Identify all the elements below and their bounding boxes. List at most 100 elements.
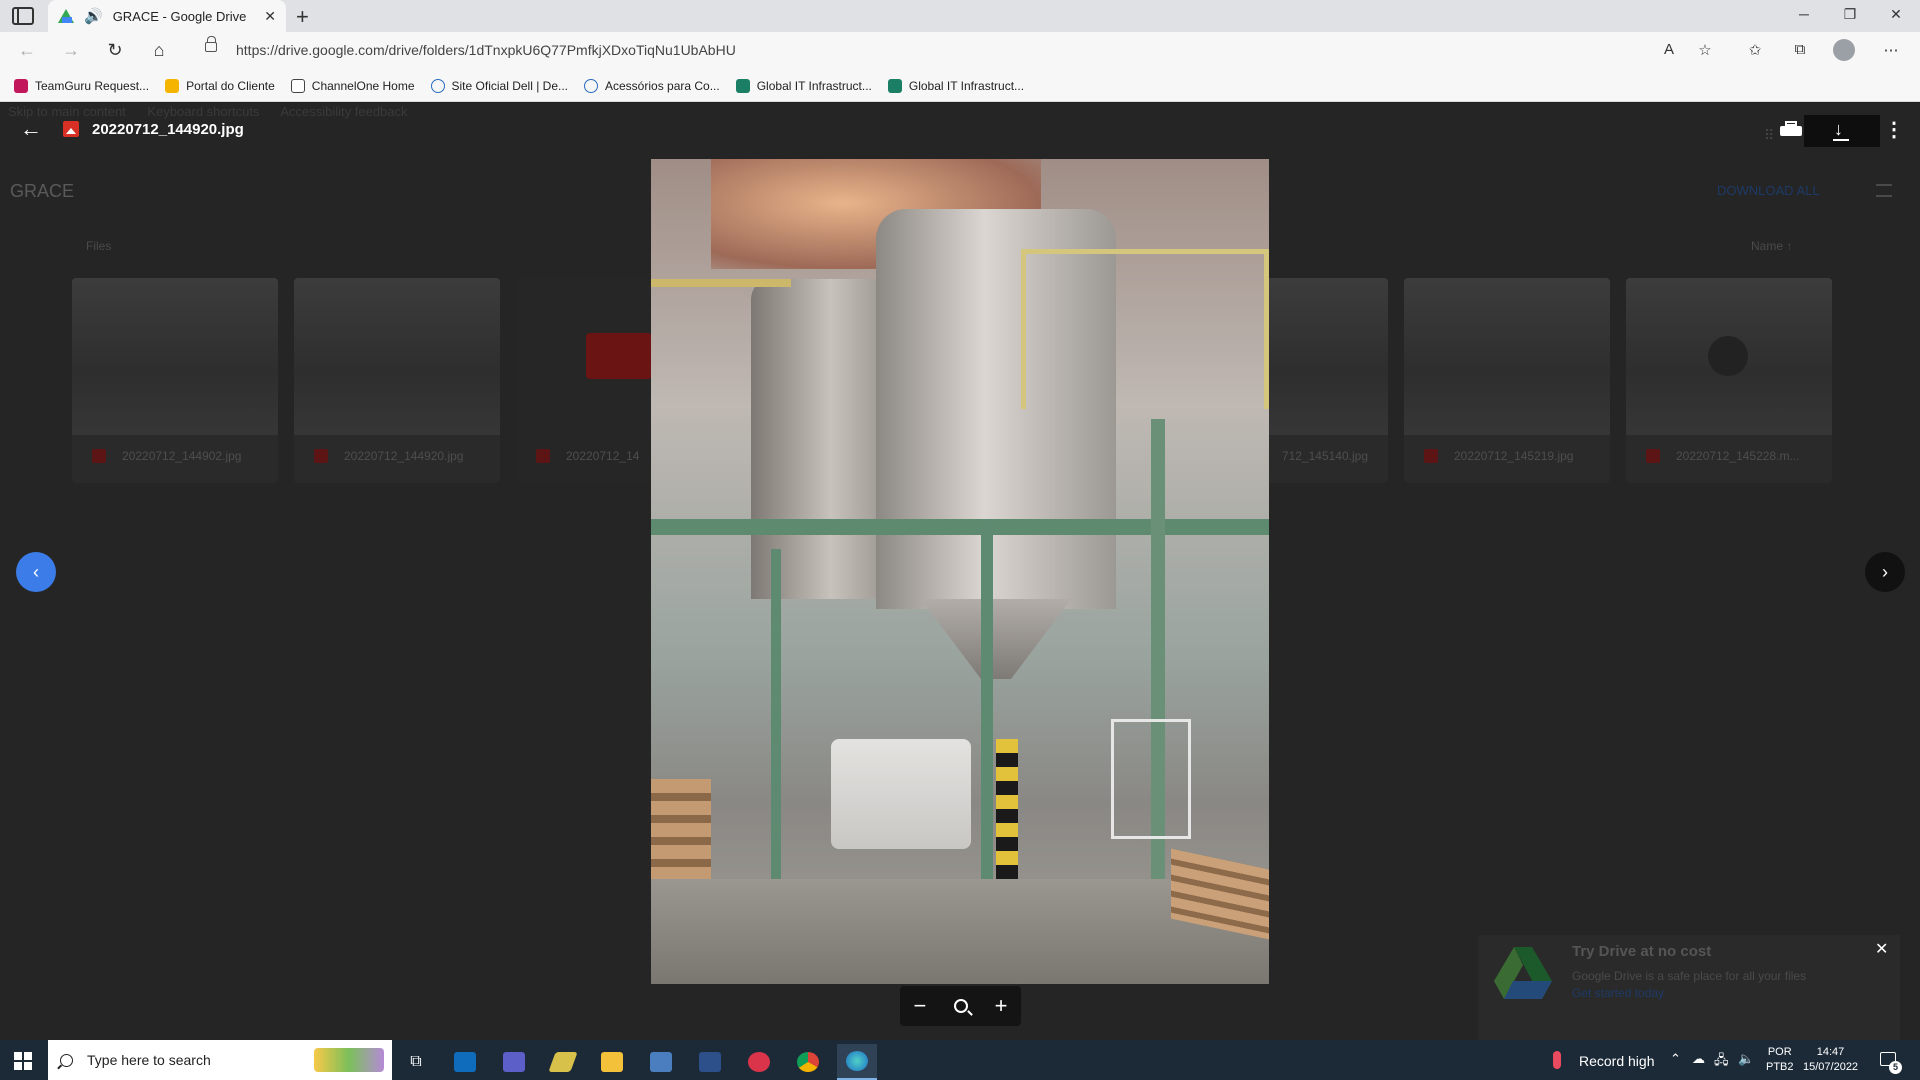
photo-preview: [651, 159, 1269, 984]
more-menu-icon[interactable]: ⋯: [1880, 41, 1902, 59]
system-clock[interactable]: 14:47 15/07/2022: [1803, 1045, 1858, 1075]
edge-icon[interactable]: [837, 1044, 877, 1080]
page-icon: [290, 78, 305, 93]
browser-tab-active[interactable]: 🔊 GRACE - Google Drive ✕: [48, 0, 286, 32]
video-file-icon: [536, 449, 550, 463]
taskbar-search-box[interactable]: Type here to search: [48, 1040, 392, 1080]
search-placeholder: Type here to search: [87, 1052, 211, 1068]
try-drive-promo: Try Drive at no cost Google Drive is a s…: [1478, 935, 1900, 1040]
file-name: 20220712_145228.m...: [1676, 449, 1800, 463]
windows-start-button[interactable]: [14, 1052, 32, 1070]
promo-title: Try Drive at no cost: [1572, 943, 1712, 960]
file-card[interactable]: 20220712_145219.jpg: [1404, 278, 1610, 483]
sharepoint-icon: [887, 78, 902, 93]
zoom-controls: − +: [900, 986, 1021, 1026]
read-aloud-icon[interactable]: A: [1658, 41, 1680, 58]
address-bar[interactable]: https://drive.google.com/drive/folders/1…: [236, 42, 736, 58]
forward-icon[interactable]: →: [60, 40, 82, 61]
back-arrow-icon[interactable]: ←: [20, 116, 42, 142]
viewer-file-name: 20220712_144920.jpg: [92, 121, 244, 138]
task-view-icon[interactable]: ⧉: [396, 1044, 436, 1080]
close-window-icon[interactable]: ✕: [1886, 6, 1906, 23]
google-drive-logo: [1494, 947, 1552, 999]
list-view-icon[interactable]: [1876, 184, 1892, 197]
bookmark[interactable]: TeamGuru Request...: [14, 78, 149, 93]
minimize-icon[interactable]: ─: [1794, 6, 1814, 22]
image-file-icon: [92, 449, 106, 463]
profile-avatar[interactable]: [1833, 39, 1855, 61]
previous-file-button[interactable]: ‹: [16, 552, 56, 592]
chevron-up-icon[interactable]: ⌃: [1670, 1051, 1681, 1067]
teams-icon[interactable]: [494, 1044, 534, 1080]
bookmark[interactable]: Portal do Cliente: [165, 78, 275, 93]
close-tab-icon[interactable]: ✕: [264, 8, 276, 25]
file-thumbnail: [1626, 278, 1832, 435]
favorites-icon[interactable]: ✩: [1744, 41, 1766, 59]
app-icon[interactable]: [543, 1044, 583, 1080]
volume-icon[interactable]: 🔈: [1738, 1051, 1754, 1067]
back-icon[interactable]: ←: [16, 40, 38, 61]
apps-grid-icon[interactable]: ⠿: [1764, 127, 1774, 144]
network-icon[interactable]: 🖧: [1714, 1051, 1729, 1073]
collections-icon[interactable]: ⧉: [1789, 41, 1811, 58]
bookmark[interactable]: Global IT Infrastruct...: [887, 78, 1024, 93]
video-file-icon: [1646, 449, 1660, 463]
bookmark[interactable]: Acessórios para Co...: [584, 78, 720, 93]
search-icon: [60, 1053, 73, 1067]
refresh-icon[interactable]: ↻: [104, 40, 126, 61]
play-icon: [1708, 336, 1748, 376]
chrome-icon[interactable]: [788, 1044, 828, 1080]
zoom-out-button[interactable]: −: [914, 993, 927, 1019]
favorite-star-icon[interactable]: ☆: [1694, 41, 1716, 59]
file-name: 20220712_144902.jpg: [122, 449, 242, 463]
outlook-icon[interactable]: [445, 1044, 485, 1080]
file-thumbnail: [72, 278, 278, 435]
app-icon[interactable]: [690, 1044, 730, 1080]
bookmarks-bar: TeamGuru Request... Portal do Cliente Ch…: [0, 70, 1920, 102]
zoom-in-button[interactable]: +: [995, 993, 1008, 1019]
image-file-icon: [314, 449, 328, 463]
tab-actions-icon[interactable]: [12, 7, 34, 25]
bookmark[interactable]: ChannelOne Home: [290, 78, 415, 93]
file-card[interactable]: 20220712_144902.jpg: [72, 278, 278, 483]
viewer-header: ← 20220712_144920.jpg ⠿ ↓ ⋮: [0, 103, 1920, 159]
bookmark[interactable]: Site Oficial Dell | De...: [430, 78, 568, 93]
home-icon[interactable]: ⌂: [148, 40, 170, 61]
language-indicator[interactable]: POR PTB2: [1766, 1045, 1794, 1075]
file-thumbnail: [294, 278, 500, 435]
more-options-icon[interactable]: ⋮: [1884, 117, 1904, 142]
weather-text[interactable]: Record high: [1579, 1053, 1655, 1069]
bookmark-icon: [165, 78, 180, 93]
download-icon: ↓: [1834, 119, 1843, 139]
speaker-icon[interactable]: 🔊: [84, 7, 103, 25]
sort-by-name[interactable]: Name ↑: [1751, 239, 1792, 253]
file-thumbnail: [1404, 278, 1610, 435]
print-icon[interactable]: [1780, 121, 1802, 139]
app-icon[interactable]: [739, 1044, 779, 1080]
remote-desktop-icon[interactable]: [641, 1044, 681, 1080]
bookmark-icon: [14, 78, 28, 93]
lock-icon[interactable]: [205, 36, 217, 52]
file-name: 20220712_14: [566, 449, 640, 463]
zoom-reset-icon[interactable]: [953, 999, 968, 1013]
next-file-button[interactable]: ›: [1865, 552, 1905, 592]
file-card[interactable]: 20220712_144920.jpg: [294, 278, 500, 483]
download-all-button[interactable]: DOWNLOAD ALL: [1717, 183, 1820, 198]
thermometer-icon[interactable]: [1553, 1051, 1561, 1069]
browser-toolbar: ← → ↻ ⌂ https://drive.google.com/drive/f…: [0, 32, 1920, 70]
file-card[interactable]: 20220712_145228.m...: [1626, 278, 1832, 483]
onedrive-icon[interactable]: ☁: [1692, 1051, 1705, 1067]
download-button[interactable]: ↓: [1804, 115, 1880, 147]
restore-icon[interactable]: ❐: [1840, 6, 1860, 23]
google-drive-icon: [58, 9, 74, 23]
sharepoint-icon: [735, 78, 750, 93]
get-started-link[interactable]: Get started today: [1572, 986, 1664, 1000]
file-explorer-icon[interactable]: [592, 1044, 632, 1080]
close-icon[interactable]: ✕: [1875, 939, 1888, 959]
bookmark[interactable]: Global IT Infrastruct...: [735, 78, 872, 93]
dell-icon: [430, 78, 445, 93]
folder-title: GRACE: [10, 181, 75, 201]
new-tab-button[interactable]: +: [296, 4, 309, 30]
search-highlight-icon: [314, 1048, 384, 1072]
file-name: 20220712_144920.jpg: [344, 449, 464, 463]
